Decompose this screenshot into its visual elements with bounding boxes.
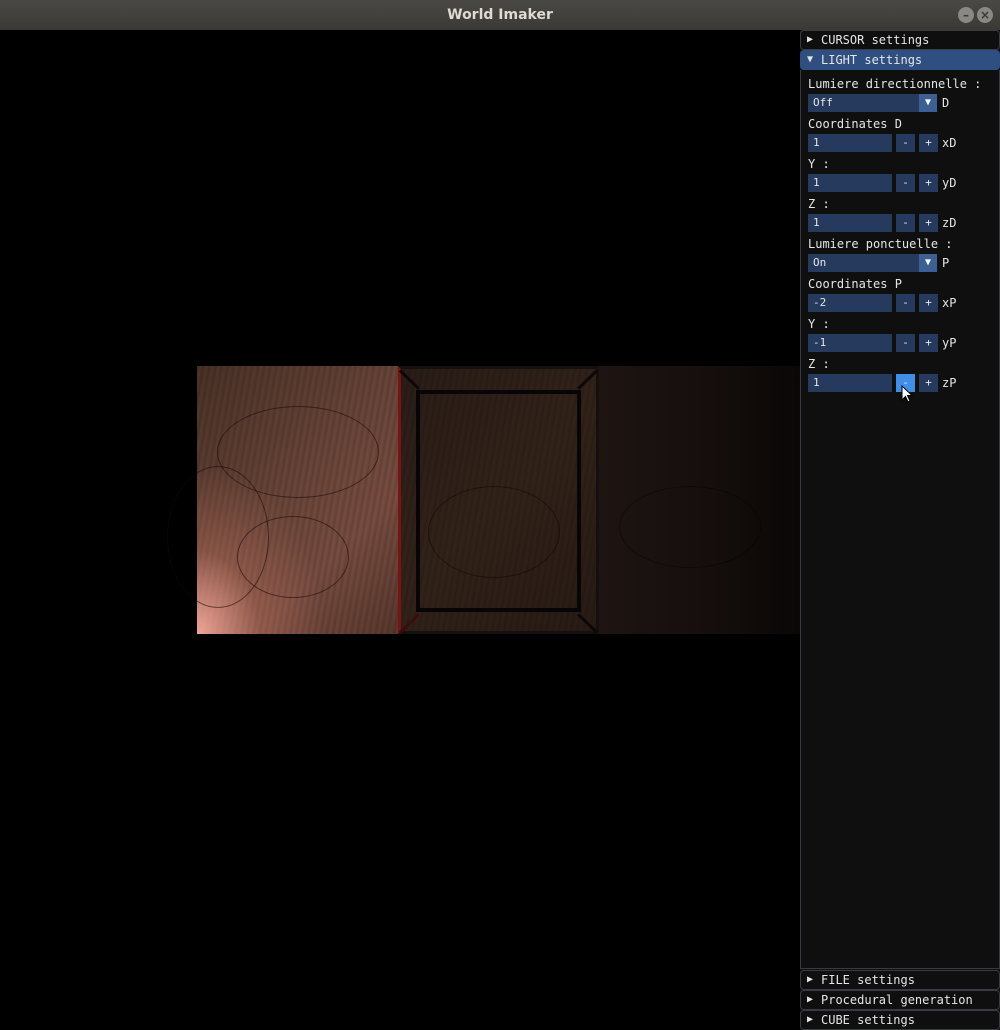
xd-input[interactable]: 1 <box>808 134 892 152</box>
cube-shadowed <box>599 366 800 634</box>
xd-increment-button[interactable]: + <box>919 134 938 152</box>
input-value: 1 <box>813 136 820 149</box>
point-light-combo[interactable]: On ▼ <box>808 254 937 272</box>
expanded-arrow-icon: ▼ <box>807 54 814 65</box>
collapsed-arrow-icon: ▶ <box>807 994 814 1005</box>
title-bar: World Imaker – × <box>0 0 1000 30</box>
directional-light-combo[interactable]: Off ▼ <box>808 94 937 112</box>
zd-label: Z : <box>808 197 830 211</box>
zp-input[interactable]: 1 <box>808 374 892 392</box>
cube-lit <box>167 366 398 634</box>
cursor-frame-inner <box>416 390 581 612</box>
zd-increment-button[interactable]: + <box>919 214 938 232</box>
cursor-settings-header[interactable]: ▶ CURSOR settings <box>800 30 1000 50</box>
window-title: World Imaker <box>447 7 553 23</box>
dropdown-arrow-icon[interactable]: ▼ <box>919 254 937 272</box>
header-label: FILE settings <box>821 973 915 987</box>
directional-light-suffix: D <box>942 96 950 110</box>
close-button[interactable]: × <box>977 7 993 23</box>
yp-suffix: yP <box>942 336 957 350</box>
zp-suffix: zP <box>942 376 957 390</box>
light-settings-body <box>800 70 1000 969</box>
xd-decrement-button[interactable]: - <box>896 134 915 152</box>
xp-input[interactable]: -2 <box>808 294 892 312</box>
coordinates-p-label: Coordinates P <box>808 277 902 291</box>
input-value: -2 <box>813 296 827 309</box>
xp-decrement-button[interactable]: - <box>896 294 915 312</box>
yd-decrement-button[interactable]: - <box>896 174 915 192</box>
zd-decrement-button[interactable]: - <box>896 214 915 232</box>
file-settings-header[interactable]: ▶ FILE settings <box>800 970 1000 990</box>
minimize-button[interactable]: – <box>958 7 974 23</box>
zd-input[interactable]: 1 <box>808 214 892 232</box>
yp-label: Y : <box>808 317 830 331</box>
input-value: 1 <box>813 376 820 389</box>
mouse-pointer-icon <box>901 385 913 403</box>
xp-increment-button[interactable]: + <box>919 294 938 312</box>
zp-label: Z : <box>808 357 830 371</box>
yp-input[interactable]: -1 <box>808 334 892 352</box>
combo-value: Off <box>813 96 833 109</box>
light-settings-header[interactable]: ▼ LIGHT settings <box>800 50 1000 70</box>
zd-suffix: zD <box>942 216 957 230</box>
coordinates-d-label: Coordinates D <box>808 117 902 131</box>
header-label: CUBE settings <box>821 1013 915 1027</box>
yp-decrement-button[interactable]: - <box>896 334 915 352</box>
cube-settings-header[interactable]: ▶ CUBE settings <box>800 1010 1000 1030</box>
directional-light-label: Lumiere directionnelle : <box>808 77 982 91</box>
procedural-generation-header[interactable]: ▶ Procedural generation <box>800 990 1000 1010</box>
header-label: CURSOR settings <box>821 33 930 47</box>
collapsed-arrow-icon: ▶ <box>807 974 814 985</box>
combo-value: On <box>813 256 827 269</box>
xd-suffix: xD <box>942 136 957 150</box>
yd-increment-button[interactable]: + <box>919 174 938 192</box>
xp-suffix: xP <box>942 296 957 310</box>
collapsed-arrow-icon: ▶ <box>807 34 814 45</box>
collapsed-arrow-icon: ▶ <box>807 1014 814 1025</box>
point-light-suffix: P <box>942 256 950 270</box>
input-value: 1 <box>813 176 820 189</box>
point-light-label: Lumiere ponctuelle : <box>808 237 953 251</box>
input-value: 1 <box>813 216 820 229</box>
zp-increment-button[interactable]: + <box>919 374 938 392</box>
yd-input[interactable]: 1 <box>808 174 892 192</box>
dropdown-arrow-icon[interactable]: ▼ <box>919 94 937 112</box>
yd-label: Y : <box>808 157 830 171</box>
yd-suffix: yD <box>942 176 957 190</box>
header-label: Procedural generation <box>821 993 973 1007</box>
input-value: -1 <box>813 336 827 349</box>
header-label: LIGHT settings <box>821 53 923 67</box>
yp-increment-button[interactable]: + <box>919 334 938 352</box>
